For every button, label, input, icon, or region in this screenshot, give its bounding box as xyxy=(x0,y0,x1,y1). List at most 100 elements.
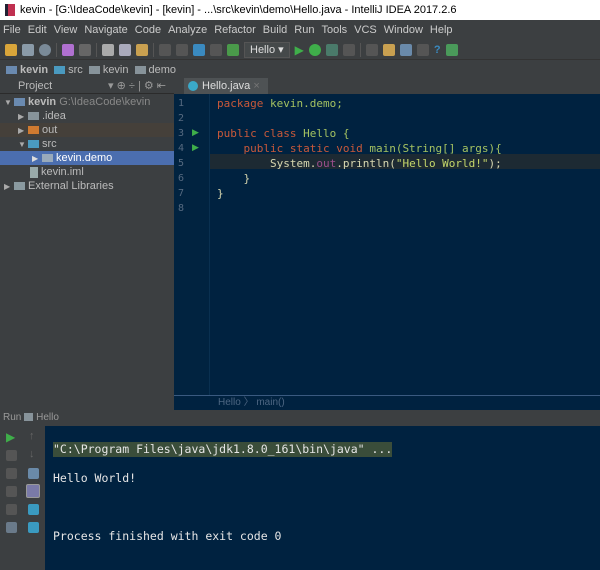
run-config-name: Hello xyxy=(36,412,59,423)
copy-icon[interactable] xyxy=(119,44,131,56)
project-panel-header[interactable]: Project ▾ ⊕ ÷ | ⚙ ⇤ xyxy=(0,78,174,94)
line-number: 5 xyxy=(178,158,184,169)
crumb-kevin-pkg[interactable]: kevin xyxy=(89,64,129,76)
separator xyxy=(56,43,57,57)
vcs-icon[interactable] xyxy=(366,44,378,56)
line-number: 3 xyxy=(178,128,184,139)
line-number: 6 xyxy=(178,173,184,184)
menu-edit[interactable]: Edit xyxy=(28,24,47,36)
panel-settings-icon[interactable]: ▾ ⊕ ÷ | ⚙ ⇤ xyxy=(108,78,166,94)
console-output[interactable]: "C:\Program Files\java\jdk1.8.0_161\bin\… xyxy=(45,426,600,570)
print-icon[interactable] xyxy=(28,504,39,515)
code-line: package kevin.demo; xyxy=(217,97,343,110)
run-gutter-icon[interactable]: ▶ xyxy=(192,127,199,138)
console-line: "C:\Program Files\java\jdk1.8.0_161\bin\… xyxy=(53,442,392,457)
code-line: public class Hello { xyxy=(217,127,349,140)
sdk-icon[interactable] xyxy=(400,44,412,56)
menu-navigate[interactable]: Navigate xyxy=(84,24,127,36)
stop-icon[interactable] xyxy=(6,450,17,461)
editor-breadcrumb[interactable]: Hello 〉 main() xyxy=(174,395,600,410)
build-icon[interactable] xyxy=(227,44,239,56)
run-config-icon xyxy=(24,413,33,421)
tab-hello-java[interactable]: Hello.java × xyxy=(184,78,268,94)
cut-icon[interactable] xyxy=(102,44,114,56)
nav-breadcrumb: kevin src kevin demo xyxy=(0,61,600,78)
stop-icon[interactable] xyxy=(343,44,355,56)
window-title: kevin - [G:\IdeaCode\kevin] - [kevin] - … xyxy=(20,4,457,16)
line-number: 2 xyxy=(178,113,184,124)
menu-build[interactable]: Build xyxy=(263,24,287,36)
clear-all-icon[interactable] xyxy=(28,522,39,533)
tree-item-idea[interactable]: ▶.idea xyxy=(0,109,174,123)
code-editor[interactable]: 1 2 3 ▶ 4 ▶ 5 6 7 8 package kevin.demo; … xyxy=(174,94,600,395)
paste-icon[interactable] xyxy=(136,44,148,56)
tree-item-kevin[interactable]: ▼kevin G:\IdeaCode\kevin xyxy=(0,95,174,109)
menu-refactor[interactable]: Refactor xyxy=(214,24,256,36)
download-icon[interactable] xyxy=(417,44,429,56)
redo-icon[interactable] xyxy=(79,44,91,56)
forward-icon[interactable] xyxy=(210,44,222,56)
menu-run[interactable]: Run xyxy=(294,24,314,36)
menu-window[interactable]: Window xyxy=(384,24,423,36)
soft-wrap-icon[interactable] xyxy=(28,468,39,479)
tree-item-external-libraries[interactable]: ▶External Libraries xyxy=(0,179,174,193)
run-panel-header: Run Hello xyxy=(0,410,600,426)
close-tab-icon[interactable]: × xyxy=(253,80,259,92)
run-config-select[interactable]: Hello ▾ xyxy=(244,42,290,58)
gutter: 1 2 3 ▶ 4 ▶ 5 6 7 8 xyxy=(174,94,210,395)
separator xyxy=(153,43,154,57)
sync-icon[interactable] xyxy=(39,44,51,56)
down-icon[interactable]: ↓ xyxy=(29,448,35,460)
vm-icon[interactable] xyxy=(446,44,458,56)
save-icon[interactable] xyxy=(22,44,34,56)
menu-view[interactable]: View xyxy=(54,24,78,36)
title-bar: kevin - [G:\IdeaCode\kevin] - [kevin] - … xyxy=(0,0,600,20)
up-icon[interactable]: ↑ xyxy=(29,430,35,442)
layout-icon[interactable] xyxy=(6,522,17,533)
code-line: } xyxy=(217,172,250,185)
project-structure-icon[interactable] xyxy=(383,44,395,56)
console-line: Process finished with exit code 0 xyxy=(53,529,600,544)
back-icon[interactable] xyxy=(193,44,205,56)
console-line xyxy=(53,500,600,515)
coverage-icon[interactable] xyxy=(326,44,338,56)
console-line: Hello World! xyxy=(53,471,600,486)
line-number: 1 xyxy=(178,98,184,109)
menu-help[interactable]: Help xyxy=(430,24,453,36)
folder-icon xyxy=(54,66,65,74)
menu-tools[interactable]: Tools xyxy=(321,24,347,36)
menu-code[interactable]: Code xyxy=(135,24,161,36)
debug-icon[interactable] xyxy=(309,44,321,56)
tree-item-kevin-demo[interactable]: ▶kevin.demo xyxy=(0,151,174,165)
crumb-kevin[interactable]: kevin xyxy=(6,64,48,76)
find-icon[interactable] xyxy=(159,44,171,56)
pause-icon[interactable] xyxy=(6,468,17,479)
tree-item-src[interactable]: ▼src xyxy=(0,137,174,151)
project-title: Project xyxy=(18,80,52,92)
tree-item-kevin-iml[interactable]: kevin.iml xyxy=(0,165,174,179)
project-tree: ▼kevin G:\IdeaCode\kevin ▶.idea ▶out ▼sr… xyxy=(0,94,174,410)
scroll-to-end-icon[interactable] xyxy=(26,484,40,498)
open-icon[interactable] xyxy=(5,44,17,56)
undo-icon[interactable] xyxy=(62,44,74,56)
crumb-demo[interactable]: demo xyxy=(135,64,177,76)
rerun-icon[interactable]: ▶ xyxy=(6,430,15,444)
separator xyxy=(360,43,361,57)
folder-icon xyxy=(135,66,146,74)
separator xyxy=(96,43,97,57)
menu-vcs[interactable]: VCS xyxy=(354,24,377,36)
run-icon[interactable]: ▶ xyxy=(295,43,304,57)
menu-file[interactable]: File xyxy=(3,24,21,36)
exit-icon[interactable] xyxy=(6,504,17,515)
editor-tabs: Hello.java × xyxy=(174,78,600,94)
menu-bar: File Edit View Navigate Code Analyze Refactor B… xyxy=(0,20,600,40)
replace-icon[interactable] xyxy=(176,44,188,56)
menu-analyze[interactable]: Analyze xyxy=(168,24,207,36)
dump-threads-icon[interactable] xyxy=(6,486,17,497)
crumb-src[interactable]: src xyxy=(54,64,83,76)
run-gutter-icon[interactable]: ▶ xyxy=(192,142,199,153)
run-toolbar: ▶ ↑ ↓ xyxy=(0,426,45,570)
help-icon[interactable]: ? xyxy=(434,44,441,56)
tree-item-out[interactable]: ▶out xyxy=(0,123,174,137)
code-line: System.out.println("Hello World!"); xyxy=(217,157,502,170)
